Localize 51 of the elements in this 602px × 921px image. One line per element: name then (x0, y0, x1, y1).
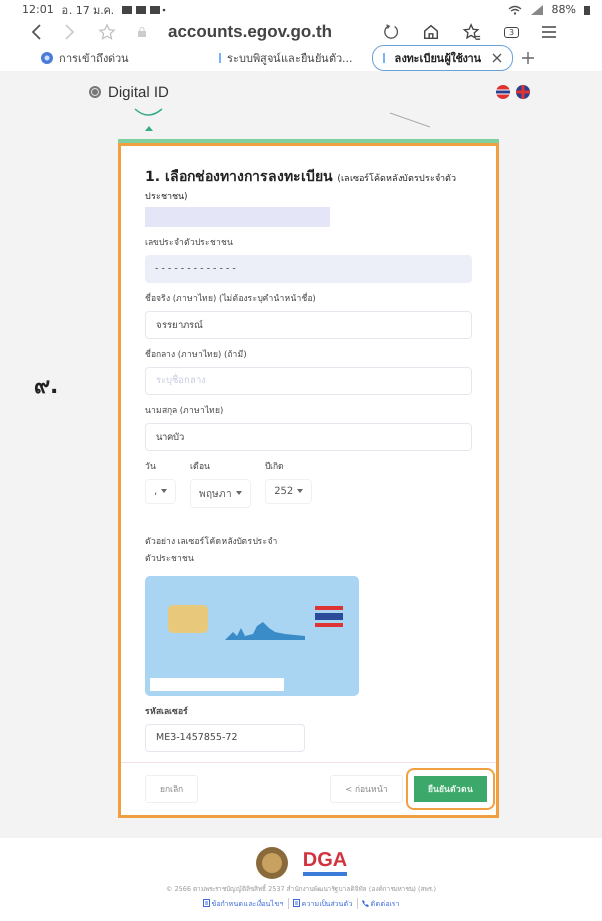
dropdown[interactable]: 252 (265, 478, 312, 504)
status-date: อ. 17 ม.ค. (62, 2, 114, 19)
bookmarks-icon[interactable] (462, 23, 482, 42)
tab-count-button[interactable]: 3 (504, 26, 520, 38)
reload-icon[interactable] (382, 23, 400, 42)
flag-icon[interactable] (496, 85, 510, 100)
id-number-field[interactable]: - - - - - - - - - - - - - (145, 254, 472, 283)
field-label: เลขประจำตัวประชาชน (145, 236, 234, 249)
laser-code-field[interactable]: ME3-1457855-72 (145, 724, 305, 752)
dropdown[interactable]: พฤษภา (190, 478, 252, 508)
field-label: รหัสเลเซอร์ (145, 705, 189, 718)
input-field[interactable]: จรรยาภรณ์ (145, 310, 472, 339)
flag-icon[interactable] (516, 85, 530, 100)
emblem-icon (254, 846, 289, 880)
annotation-number: ๙. (34, 373, 60, 402)
browser-tab[interactable]: การเข้าถึงด่วน (30, 45, 140, 72)
field-label: ชื่อกลาง (ภาษาไทย) (ถ้ามี) (145, 347, 248, 361)
input-field[interactable]: นาคบัว (145, 422, 472, 451)
field-label: ปีเกิด (265, 460, 286, 473)
caret-icon (236, 491, 242, 496)
close-icon[interactable] (492, 53, 502, 64)
bookmark-star-icon[interactable] (98, 23, 116, 42)
document-icon (292, 899, 300, 908)
battery-level: 88% (552, 3, 576, 16)
lock-icon (138, 27, 146, 38)
form-title: 1. เลือกช่องทางการลงทะเบียน (เลเซอร์โค้ดหลังบัตรประจำตัวประชาชน) (145, 168, 457, 204)
field-label: เดือน (190, 460, 212, 473)
home-icon[interactable] (422, 23, 440, 42)
field-label: วัน (145, 460, 157, 473)
menu-icon[interactable] (541, 25, 558, 40)
document-icon (202, 899, 210, 908)
logo-text: Digital ID (108, 84, 169, 101)
example-caption: ตัวอย่าง เลเซอร์โค้ดหลังบัตรประจำตัวประชาชน (145, 535, 279, 566)
signal-icon (530, 4, 544, 15)
caret-icon (161, 489, 168, 494)
notification-icons (122, 4, 166, 15)
url-text[interactable]: accounts.egov.go.th (168, 22, 332, 42)
wifi-icon (508, 4, 522, 15)
status-time: 12:01 (22, 3, 54, 16)
new-tab-icon[interactable] (520, 51, 534, 66)
dga-logo-text: DGA (302, 849, 348, 876)
field-label: นามสกุล (ภาษาไทย) (145, 404, 224, 417)
cancel-button[interactable]: ยกเลิก (145, 774, 198, 803)
phone-icon (362, 900, 368, 907)
back-icon[interactable] (30, 23, 42, 42)
dropdown[interactable]: , (145, 478, 176, 504)
caret-icon (297, 489, 304, 494)
battery-icon (584, 4, 590, 15)
field-label: ชื่อจริง (ภาษาไทย) (ไม่ต้องระบุคำนำหน้าชื่อ) (145, 291, 317, 305)
back-button[interactable]: < ก่อนหน้า (330, 774, 403, 803)
browser-tab[interactable]: ระบบพิสูจน์และยืนยันตัว... (208, 45, 364, 72)
